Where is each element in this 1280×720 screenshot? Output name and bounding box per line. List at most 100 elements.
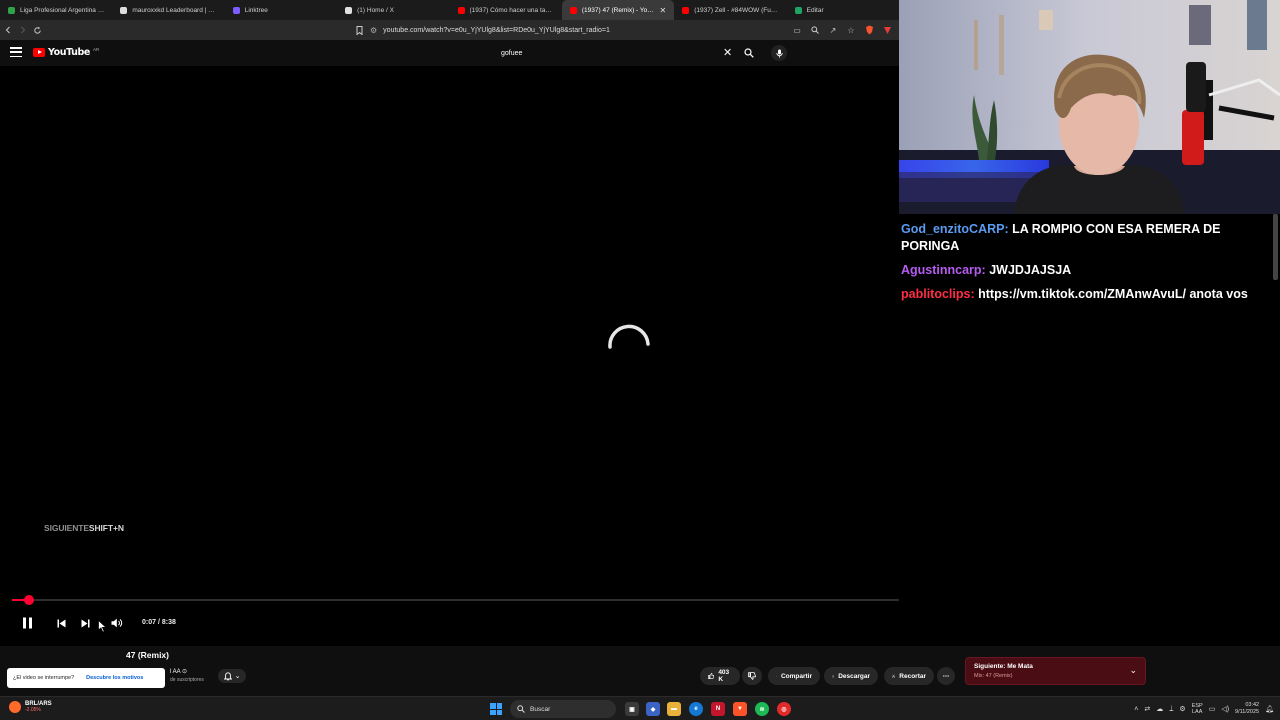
mouse-cursor-icon xyxy=(98,620,107,633)
monitor-icon[interactable]: ▭ xyxy=(1209,705,1216,713)
subscriber-count: de suscriptores xyxy=(170,677,204,683)
chat-scrollbar[interactable] xyxy=(1273,214,1278,280)
chat-text: JWJDJAJSJA xyxy=(989,263,1072,277)
browser-tab[interactable]: (1937) 47 (Remix) - YouTube ✕ xyxy=(561,0,675,20)
edge-browser-icon[interactable]: e xyxy=(689,702,703,716)
chat-message: Agustinncarp: JWJDJAJSJA xyxy=(901,262,1071,279)
clip-button[interactable]: Recortar xyxy=(884,667,934,685)
chat-username: Agustinncarp: xyxy=(901,263,986,277)
browser-tab[interactable]: (1) Home / X xyxy=(337,0,449,20)
back-icon[interactable] xyxy=(0,20,15,40)
browser-tab[interactable]: mauroxxkd Leaderboard | The best C xyxy=(112,0,224,20)
dislike-button[interactable] xyxy=(742,667,762,685)
clock-date: 9/11/2025 xyxy=(1235,709,1260,715)
windows-start-icon[interactable] xyxy=(490,703,502,715)
notifications-bell-button[interactable]: ⌄ xyxy=(218,669,246,683)
url-field[interactable]: ⚙ youtube.com/watch?v=e0u_YjYUlg8&list=R… xyxy=(370,23,810,37)
steam-icon[interactable]: ⚙ xyxy=(1179,705,1185,713)
chevron-down-icon[interactable]: ⌄ xyxy=(1129,665,1137,676)
close-tab-icon[interactable]: ✕ xyxy=(660,6,667,15)
browser-tab-bar: Liga Profesional Argentina - POSICIO maur… xyxy=(0,0,899,20)
speaker-icon[interactable]: ◁) xyxy=(1221,705,1229,713)
browser-tab[interactable]: Liga Profesional Argentina - POSICIO xyxy=(0,0,112,20)
channel-name[interactable]: l AA ⊙ xyxy=(170,668,187,675)
like-count: 403 K xyxy=(718,669,730,683)
next-hint-key: SHIFT+N xyxy=(88,523,124,533)
chat-message: God_enzitoCARP: LA ROMPIO CON ESA REMERA… xyxy=(901,221,1231,255)
spotify-icon[interactable]: ≋ xyxy=(755,702,769,716)
like-button[interactable]: 403 K xyxy=(700,667,740,685)
file-explorer-icon[interactable]: ▬ xyxy=(667,702,681,716)
microphone-icon[interactable] xyxy=(771,45,787,61)
app-icon[interactable]: ◎ xyxy=(777,702,791,716)
url-text: youtube.com/watch?v=e0u_YjYUlg8&list=RDe… xyxy=(383,26,610,34)
up-next-card[interactable]: Siguiente: Me Mata Mix: 47 (Remix) ⌄ xyxy=(965,657,1146,685)
thumbs-down-icon xyxy=(748,672,756,680)
loading-spinner-icon xyxy=(608,324,650,349)
clip-label: Recortar xyxy=(899,672,926,680)
copilot-icon[interactable]: ◆ xyxy=(646,702,660,716)
network-icon[interactable]: ⇄ xyxy=(1144,705,1150,713)
share-page-icon[interactable]: ↗ xyxy=(827,24,839,36)
tab-favicon-icon xyxy=(794,6,802,14)
favorite-star-icon[interactable]: ☆ xyxy=(845,24,857,36)
download-button[interactable]: Descargar xyxy=(824,667,878,685)
bookmark-icon[interactable] xyxy=(352,23,366,37)
forward-icon[interactable] xyxy=(15,20,30,40)
playback-issue-link[interactable]: Descubre los motivos xyxy=(86,675,143,681)
youtube-wordmark: YouTube xyxy=(48,47,90,58)
cast-icon[interactable]: ▭ xyxy=(791,24,803,36)
netflix-app-icon[interactable]: N xyxy=(711,702,725,716)
webcam-overlay xyxy=(899,0,1280,214)
cloud-icon[interactable]: ☁ xyxy=(1156,705,1163,713)
search-query-text: gofuee xyxy=(501,49,523,57)
next-hint-label: SIGUIENTE xyxy=(44,523,89,533)
scrubber-handle[interactable] xyxy=(23,595,34,605)
system-tray: ˄ ⇄ ☁ ⍊ ⚙ ESP LAA ▭ ◁) 03:42 9/11/2025 🔔… xyxy=(1134,700,1274,718)
browser-tab[interactable]: Editar xyxy=(787,0,899,20)
more-actions-button[interactable]: ⋯ xyxy=(937,667,955,685)
thumbs-up-icon xyxy=(708,672,715,679)
clock[interactable]: 03:42 9/11/2025 xyxy=(1235,702,1259,715)
volume-icon[interactable] xyxy=(109,614,125,632)
stock-widget-icon xyxy=(9,701,21,713)
chat-overlay: God_enzitoCARP: LA ROMPIO CON ESA REMERA… xyxy=(899,214,1280,646)
browser-address-bar: ⚙ youtube.com/watch?v=e0u_YjYUlg8&list=R… xyxy=(0,20,899,40)
browser-tab[interactable]: (1937) Zell - #84WOW (Full Mixtape) xyxy=(674,0,786,20)
previous-button[interactable] xyxy=(54,614,68,632)
brave-browser-icon[interactable]: ▼ xyxy=(733,702,747,716)
task-view-icon[interactable]: ▣ xyxy=(625,702,639,716)
browser-tab[interactable]: (1937) Cómo hacer una tabla en Exce xyxy=(450,0,562,20)
zoom-icon[interactable] xyxy=(809,24,821,36)
microphone-icon[interactable]: ⍊ xyxy=(1169,705,1173,713)
youtube-logo[interactable]: YouTube AR xyxy=(33,47,99,58)
taskbar-search-label: Buscar xyxy=(530,705,551,713)
taskbar-search[interactable]: Buscar xyxy=(510,700,616,718)
windows-taskbar: BRL/ARS -2.05% Buscar ▣ ◆ ▬ e N ▼ ≋ ◎ ˄ … xyxy=(0,696,1280,720)
search-icon xyxy=(517,705,525,713)
hamburger-menu-icon[interactable] xyxy=(10,47,22,57)
chat-username: pablitoclips: xyxy=(901,287,975,301)
share-button[interactable]: Compartir xyxy=(768,667,820,685)
search-icon[interactable] xyxy=(742,45,756,61)
search-input[interactable]: gofuee ✕ xyxy=(493,45,741,61)
notifications-icon[interactable]: 🔔︎ xyxy=(1265,705,1274,713)
more-actions-icon: ⋯ xyxy=(942,673,950,680)
chevron-down-icon: ⌄ xyxy=(234,673,241,680)
chevron-up-icon[interactable]: ˄ xyxy=(1134,706,1138,713)
tab-label: (1) Home / X xyxy=(357,6,394,14)
site-controls-icon[interactable]: ⚙ xyxy=(370,26,377,35)
next-button[interactable] xyxy=(78,614,92,632)
download-label: Descargar xyxy=(838,672,870,680)
next-video-shortcut-hint: SIGUIENTESHIFT+N xyxy=(44,523,124,533)
language-indicator[interactable]: ESP LAA xyxy=(1192,703,1203,715)
brave-shield-icon[interactable] xyxy=(863,24,875,36)
tab-label: (1937) Cómo hacer una tabla en Exce xyxy=(469,6,554,14)
pause-button[interactable] xyxy=(19,614,35,632)
stock-widget[interactable]: BRL/ARS -2.05% xyxy=(9,701,52,713)
browser-tab[interactable]: Linktree xyxy=(225,0,337,20)
tab-label: (1937) 47 (Remix) - YouTube xyxy=(581,6,655,14)
extensions-icon[interactable] xyxy=(881,24,893,36)
clear-search-icon[interactable]: ✕ xyxy=(723,46,732,59)
reload-icon[interactable] xyxy=(30,20,45,40)
